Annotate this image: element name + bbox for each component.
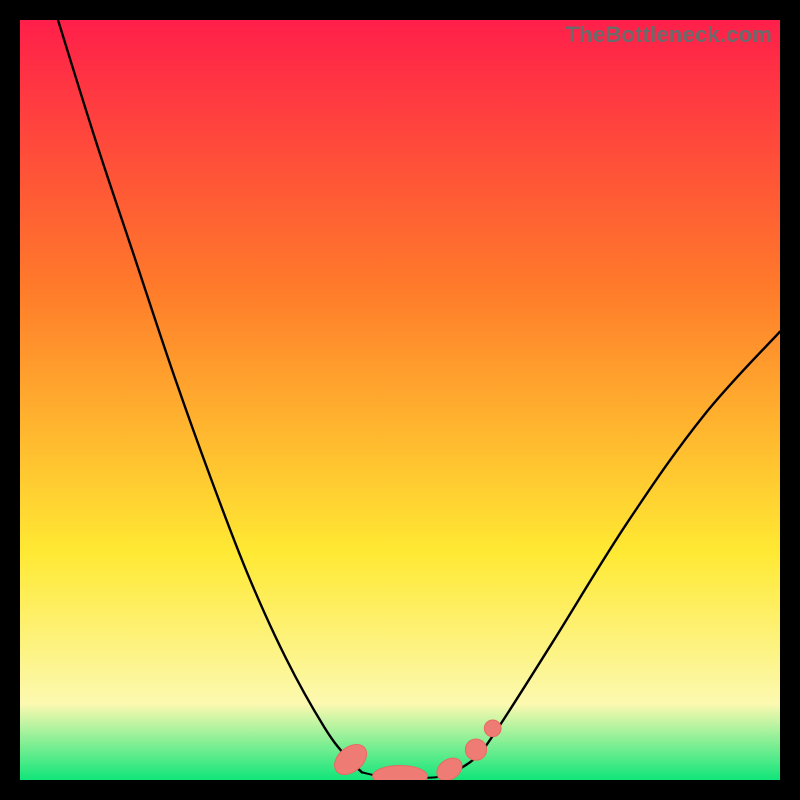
chart-frame: TheBottleneck.com — [0, 0, 800, 800]
series-right-branch — [453, 332, 780, 773]
series-left-branch — [58, 20, 362, 772]
marker-2 — [433, 753, 467, 780]
marker-4 — [484, 720, 501, 737]
marker-1 — [373, 766, 428, 780]
marker-3 — [465, 739, 486, 760]
chart-curves — [20, 20, 780, 780]
plot-area: TheBottleneck.com — [20, 20, 780, 780]
